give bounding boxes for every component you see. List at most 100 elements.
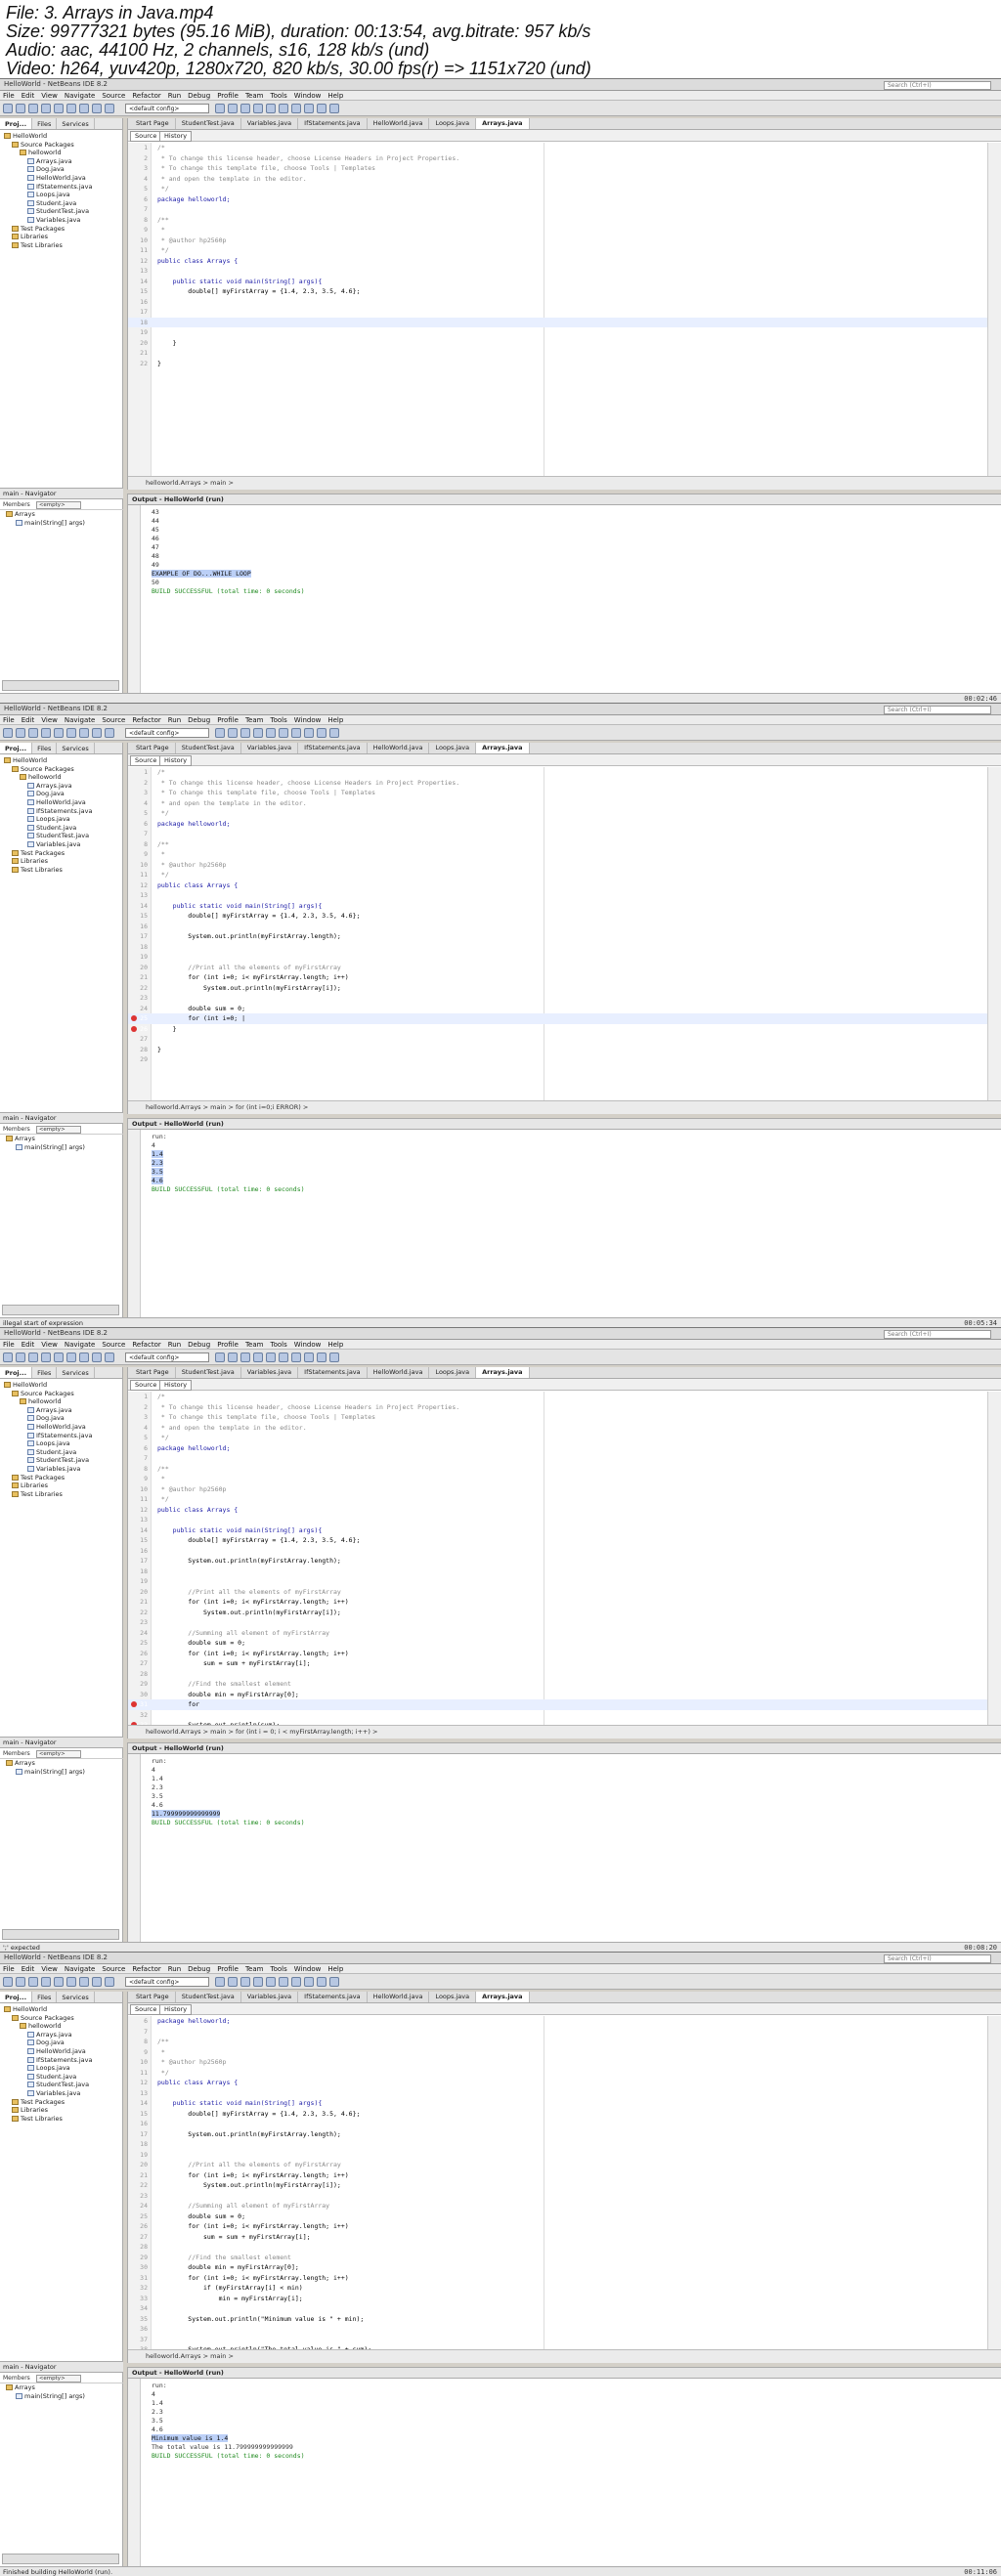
editor-tab[interactable]: HelloWorld.java <box>368 1367 430 1378</box>
code-area[interactable]: 1 /* 2 * To change this license header, ch… <box>128 143 987 476</box>
tree-node[interactable]: Arrays.java <box>0 2031 122 2039</box>
toolbar-button-icon[interactable] <box>66 1352 76 1362</box>
menu-item-help[interactable]: Help <box>327 1340 343 1349</box>
tree-node[interactable]: Dog.java <box>0 790 122 798</box>
editor-tab[interactable]: Variables.java <box>241 118 299 129</box>
toolbar-button-icon[interactable] <box>28 728 38 738</box>
search-input[interactable]: Search (Ctrl+I) <box>884 81 991 90</box>
run-tool-icon[interactable] <box>317 1977 326 1987</box>
tree-node[interactable]: StudentTest.java <box>0 832 122 840</box>
tree-node[interactable]: Arrays.java <box>0 157 122 166</box>
toolbar-button-icon[interactable] <box>92 1352 102 1362</box>
toolbar-button-icon[interactable] <box>16 1977 25 1987</box>
menu-item-team[interactable]: Team <box>245 715 264 724</box>
editor-tab[interactable]: HelloWorld.java <box>368 118 430 129</box>
editor-tab[interactable]: HelloWorld.java <box>368 743 430 753</box>
run-tool-icon[interactable] <box>266 104 276 113</box>
output-toolbar[interactable] <box>128 505 141 694</box>
menu-item-view[interactable]: View <box>41 1340 58 1349</box>
menu-item-help[interactable]: Help <box>327 91 343 100</box>
history-button[interactable]: History <box>159 1380 193 1391</box>
menu-item-window[interactable]: Window <box>294 1340 322 1349</box>
run-tool-icon[interactable] <box>215 728 225 738</box>
run-tool-icon[interactable] <box>329 104 339 113</box>
tree-node[interactable]: Dog.java <box>0 1414 122 1423</box>
tree-node[interactable]: HelloWorld <box>0 1381 122 1390</box>
members-filter[interactable]: Members <empty> <box>0 1748 123 1759</box>
toolbar-button-icon[interactable] <box>54 728 64 738</box>
run-tool-icon[interactable] <box>240 1977 250 1987</box>
run-tool-icon[interactable] <box>279 104 288 113</box>
history-button[interactable]: History <box>159 2004 193 2015</box>
tree-node[interactable]: Test Packages <box>0 849 122 858</box>
tree-node[interactable]: IfStatements.java <box>0 807 122 816</box>
editor-tab[interactable]: Start Page <box>130 118 176 129</box>
tree-node[interactable]: IfStatements.java <box>0 1432 122 1440</box>
editor-tab[interactable]: StudentTest.java <box>176 1992 241 2002</box>
editor-tab[interactable]: Variables.java <box>241 1992 299 2002</box>
run-tool-icon[interactable] <box>266 1977 276 1987</box>
editor-tab[interactable]: StudentTest.java <box>176 1367 241 1378</box>
members-filter[interactable]: Members <empty> <box>0 499 123 510</box>
editor-tab[interactable]: Arrays.java <box>476 1992 530 2002</box>
toolbar-button-icon[interactable] <box>3 1977 13 1987</box>
tree-node[interactable]: Variables.java <box>0 1465 122 1474</box>
menu-item-window[interactable]: Window <box>294 91 322 100</box>
menu-item-navigate[interactable]: Navigate <box>65 1964 95 1973</box>
search-input[interactable]: Search (Ctrl+I) <box>884 706 991 714</box>
editor-tab[interactable]: Arrays.java <box>476 118 530 129</box>
editor-tab[interactable]: IfStatements.java <box>298 1367 368 1378</box>
run-tool-icon[interactable] <box>253 1977 263 1987</box>
config-select[interactable]: <default config> <box>125 1977 209 1987</box>
tree-node[interactable]: helloworld <box>0 1397 122 1406</box>
navigator-item[interactable]: Arrays <box>0 1135 123 1143</box>
tree-node[interactable]: IfStatements.java <box>0 2056 122 2065</box>
menu-item-profile[interactable]: Profile <box>217 91 239 100</box>
tree-node[interactable]: Variables.java <box>0 2089 122 2098</box>
run-tool-icon[interactable] <box>279 728 288 738</box>
tree-node[interactable]: Source Packages <box>0 2014 122 2023</box>
tree-node[interactable]: HelloWorld <box>0 756 122 765</box>
run-tool-icon[interactable] <box>304 104 314 113</box>
search-input[interactable]: Search (Ctrl+I) <box>884 1954 991 1963</box>
tree-node[interactable]: Test Packages <box>0 225 122 234</box>
toolbar-button-icon[interactable] <box>54 1352 64 1362</box>
tree-node[interactable]: Loops.java <box>0 2064 122 2073</box>
menu-item-tools[interactable]: Tools <box>270 91 286 100</box>
tree-node[interactable]: helloworld <box>0 2022 122 2031</box>
run-tool-icon[interactable] <box>253 104 263 113</box>
toolbar-button-icon[interactable] <box>105 1977 114 1987</box>
tree-node[interactable]: Source Packages <box>0 141 122 150</box>
menu-item-window[interactable]: Window <box>294 1964 322 1973</box>
run-tool-icon[interactable] <box>228 1352 238 1362</box>
menu-item-profile[interactable]: Profile <box>217 1964 239 1973</box>
vertical-scrollbar[interactable] <box>987 143 1001 476</box>
tree-node[interactable]: HelloWorld.java <box>0 798 122 807</box>
menu-item-view[interactable]: View <box>41 91 58 100</box>
config-select[interactable]: <default config> <box>125 728 209 738</box>
toolbar-button-icon[interactable] <box>3 104 13 113</box>
run-tool-icon[interactable] <box>228 1977 238 1987</box>
menu-item-edit[interactable]: Edit <box>22 1964 35 1973</box>
run-tool-icon[interactable] <box>329 1352 339 1362</box>
menu-item-run[interactable]: Run <box>168 91 181 100</box>
vertical-scrollbar[interactable] <box>987 2016 1001 2349</box>
menu-item-view[interactable]: View <box>41 1964 58 1973</box>
toolbar-button-icon[interactable] <box>66 1977 76 1987</box>
run-tool-icon[interactable] <box>329 728 339 738</box>
tree-node[interactable]: Loops.java <box>0 815 122 824</box>
menu-item-team[interactable]: Team <box>245 1340 264 1349</box>
menu-item-profile[interactable]: Profile <box>217 715 239 724</box>
tab-proj[interactable]: Proj... <box>0 743 33 753</box>
tab-services[interactable]: Services <box>57 1367 95 1378</box>
tab-services[interactable]: Services <box>57 1992 95 2002</box>
config-select[interactable]: <default config> <box>125 1352 209 1362</box>
toolbar-button-icon[interactable] <box>41 104 51 113</box>
toolbar-button-icon[interactable] <box>54 104 64 113</box>
tab-services[interactable]: Services <box>57 743 95 753</box>
menu-item-source[interactable]: Source <box>102 1964 125 1973</box>
panel-filter-bar[interactable] <box>2 2554 119 2564</box>
toolbar-button-icon[interactable] <box>105 104 114 113</box>
navigator-item[interactable]: main(String[] args) <box>0 1143 123 1152</box>
tree-node[interactable]: StudentTest.java <box>0 207 122 216</box>
